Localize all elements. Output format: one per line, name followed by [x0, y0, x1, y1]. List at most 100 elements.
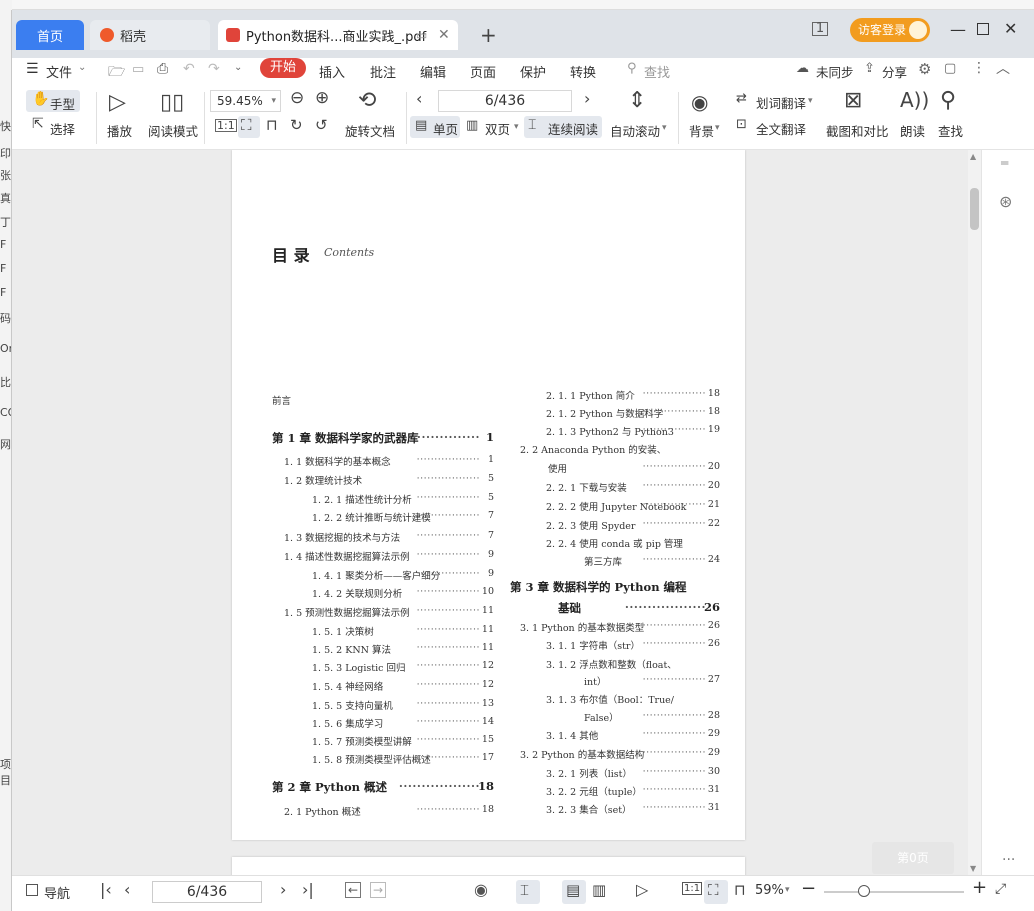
- menu-search[interactable]: 查找: [644, 62, 670, 81]
- toc-entry[interactable]: 3. 1. 4 其他 ·················· 29: [546, 728, 720, 742]
- panel-handle-icon[interactable]: ═: [1001, 156, 1008, 170]
- toc-entry[interactable]: 使用 ·················· 20: [548, 461, 720, 475]
- status-page-input[interactable]: 6/436: [152, 881, 262, 903]
- toc-entry[interactable]: 2. 2. 2 使用 Jupyter Notebook ············…: [546, 499, 720, 513]
- settings-icon[interactable]: ⚙: [918, 60, 931, 78]
- status-zoom-out-icon[interactable]: −: [801, 878, 816, 899]
- toc-entry[interactable]: 1. 5. 7 预测类模型讲解 ·················· 15: [312, 734, 494, 748]
- collapse-ribbon-icon[interactable]: ︿: [996, 58, 1010, 78]
- minimize-icon[interactable]: —: [950, 20, 966, 39]
- eye-protection-icon[interactable]: ◉: [474, 880, 488, 899]
- toc-entry[interactable]: 第 3 章 数据科学的 Python 编程: [510, 579, 720, 595]
- screenshot-compare-button[interactable]: 截图和对比: [826, 121, 889, 140]
- maximize-icon[interactable]: [977, 23, 989, 35]
- toc-entry[interactable]: 1. 5. 8 预测类模型评估概述 ·················· 17: [312, 752, 494, 766]
- rotate-document-button[interactable]: 旋转文档: [345, 121, 395, 140]
- read-aloud-button[interactable]: 朗读: [900, 121, 925, 140]
- toc-entry[interactable]: 3. 2. 2 元组（tuple） ·················· 31: [546, 784, 720, 798]
- forward-view-icon[interactable]: →: [370, 882, 387, 898]
- zoom-slider-track[interactable]: [824, 891, 964, 893]
- tab-pdf-document[interactable]: Python数据科...商业实践_.pdf ▭ ✕: [218, 20, 458, 50]
- word-translate-dropdown-icon[interactable]: ▾: [808, 96, 813, 106]
- toc-entry[interactable]: 2. 1. 1 Python 简介 ·················· 18: [546, 388, 720, 402]
- scroll-up-icon[interactable]: ▲: [970, 152, 976, 161]
- hamburger-menu-icon[interactable]: ☰: [26, 61, 39, 77]
- toc-entry[interactable]: 1. 4. 2 关联规则分析 ·················· 10: [312, 586, 494, 600]
- first-page-icon[interactable]: |‹: [100, 880, 112, 899]
- play-button[interactable]: 播放: [107, 121, 132, 140]
- toc-entry[interactable]: 1. 5. 1 决策树 ·················· 11: [312, 624, 494, 638]
- previous-page-icon[interactable]: ‹: [416, 91, 422, 107]
- menu-annotate[interactable]: 批注: [370, 62, 396, 81]
- document-viewport[interactable]: 目 录 Contents 前言第 1 章 数据科学家的武器库 ·········…: [12, 150, 968, 875]
- pin-tab-icon[interactable]: ▭: [416, 28, 427, 42]
- status-fit-page-icon[interactable]: ⛶: [708, 881, 719, 899]
- actual-size-icon[interactable]: 1:1: [215, 119, 237, 132]
- toc-entry[interactable]: 2. 1. 2 Python 与数据科学 ·················· 1…: [546, 406, 720, 420]
- status-play-icon[interactable]: ▷: [636, 880, 648, 899]
- fullscreen-icon[interactable]: ⤢: [995, 881, 1006, 897]
- toc-entry[interactable]: 2. 2 Anaconda Python 的安装、: [520, 442, 720, 456]
- toc-entry[interactable]: 3. 2. 1 列表（list） ·················· 30: [546, 766, 720, 780]
- toc-entry[interactable]: 3. 2 Python 的基本数据结构 ·················· 29: [520, 747, 720, 761]
- rotate-right-icon[interactable]: ↺: [315, 118, 328, 133]
- toc-entry[interactable]: 3. 1. 2 浮点数和整数（float、: [546, 657, 720, 671]
- status-fit-width-icon[interactable]: ⊓: [734, 881, 746, 899]
- goto-page-button[interactable]: 第0页: [872, 842, 954, 874]
- search-icon[interactable]: ⚲: [627, 61, 637, 76]
- status-zoom-in-icon[interactable]: +: [972, 877, 987, 898]
- toc-entry[interactable]: 1. 5. 2 KNN 算法 ·················· 11: [312, 642, 494, 656]
- toc-entry[interactable]: 1. 5. 6 集成学习 ·················· 14: [312, 716, 494, 730]
- save-icon[interactable]: ▭: [132, 62, 144, 77]
- menu-start[interactable]: 开始: [260, 58, 306, 78]
- word-translate-button[interactable]: 划词翻译: [756, 93, 806, 112]
- navigation-panel-icon[interactable]: [26, 884, 38, 896]
- play-icon[interactable]: ▷: [109, 92, 126, 114]
- toc-entry[interactable]: 1. 2 数理统计技术 ·················· 5: [284, 473, 494, 487]
- toc-entry[interactable]: 基础 ·················· 26: [558, 600, 720, 616]
- toc-entry[interactable]: 1. 4 描述性数据挖掘算法示例 ·················· 9: [284, 549, 494, 563]
- toc-entry[interactable]: 2. 1 Python 概述 ·················· 18: [284, 804, 494, 818]
- zoom-select[interactable]: 59.45% ▾: [210, 90, 281, 112]
- menu-page[interactable]: 页面: [470, 62, 496, 81]
- status-actual-size-icon[interactable]: 1:1: [682, 882, 703, 895]
- back-view-icon[interactable]: ←: [345, 882, 362, 898]
- toc-entry[interactable]: 第 1 章 数据科学家的武器库 ·················· 1: [272, 430, 494, 446]
- comment-icon[interactable]: ▢: [944, 61, 956, 76]
- select-tool-button[interactable]: 选择: [50, 119, 75, 138]
- close-window-icon[interactable]: ✕: [1004, 19, 1017, 38]
- single-page-button[interactable]: 单页: [433, 119, 458, 138]
- panel-more-icon[interactable]: ···: [1002, 852, 1015, 868]
- status-zoom-dropdown-icon[interactable]: ▾: [785, 885, 790, 895]
- print-icon[interactable]: ⎙: [157, 61, 168, 77]
- double-page-dropdown-icon[interactable]: ▾: [514, 122, 519, 132]
- toc-entry[interactable]: 1. 4. 1 聚类分析——客户细分 ·················· 9: [312, 568, 494, 582]
- status-double-page-icon[interactable]: ▥: [592, 881, 606, 899]
- file-dropdown-icon[interactable]: ⌄: [78, 62, 86, 73]
- file-menu[interactable]: 文件: [46, 62, 72, 81]
- page-number-input[interactable]: 6/436: [438, 90, 572, 112]
- toc-entry[interactable]: int） ·················· 27: [584, 674, 720, 688]
- toc-entry[interactable]: 1. 5. 3 Logistic 回归 ·················· 12: [312, 660, 494, 674]
- close-tab-icon[interactable]: ✕: [438, 27, 450, 43]
- toc-entry[interactable]: 1. 2. 2 统计推断与统计建模 ·················· 7: [312, 510, 494, 524]
- last-page-icon[interactable]: ›|: [302, 880, 314, 899]
- menu-convert[interactable]: 转换: [570, 62, 596, 81]
- menu-insert[interactable]: 插入: [319, 62, 345, 81]
- toc-entry[interactable]: 2. 2. 1 下载与安装 ·················· 20: [546, 480, 720, 494]
- toc-entry[interactable]: 1. 5. 4 神经网络 ·················· 12: [312, 679, 494, 693]
- open-folder-icon[interactable]: 🗁: [108, 61, 125, 85]
- fit-page-icon[interactable]: ⛶: [241, 118, 252, 133]
- toc-entry[interactable]: False） ·················· 28: [584, 710, 720, 724]
- toc-entry[interactable]: 3. 2. 3 集合（set） ·················· 31: [546, 802, 720, 816]
- toc-entry[interactable]: 2. 2. 4 使用 conda 或 pip 管理: [546, 536, 720, 550]
- status-next-page-icon[interactable]: ›: [280, 880, 286, 899]
- toc-entry[interactable]: 1. 5. 5 支持向量机 ·················· 13: [312, 698, 494, 712]
- fit-width-icon[interactable]: ⊓: [266, 118, 278, 133]
- background-dropdown-icon[interactable]: ▾: [715, 123, 720, 133]
- hand-tool-button[interactable]: 手型: [50, 94, 75, 113]
- scroll-down-icon[interactable]: ▼: [970, 864, 976, 873]
- find-button[interactable]: 查找: [938, 121, 963, 140]
- full-translate-button[interactable]: 全文翻译: [756, 119, 806, 138]
- zoom-in-icon[interactable]: ⊕: [315, 90, 329, 107]
